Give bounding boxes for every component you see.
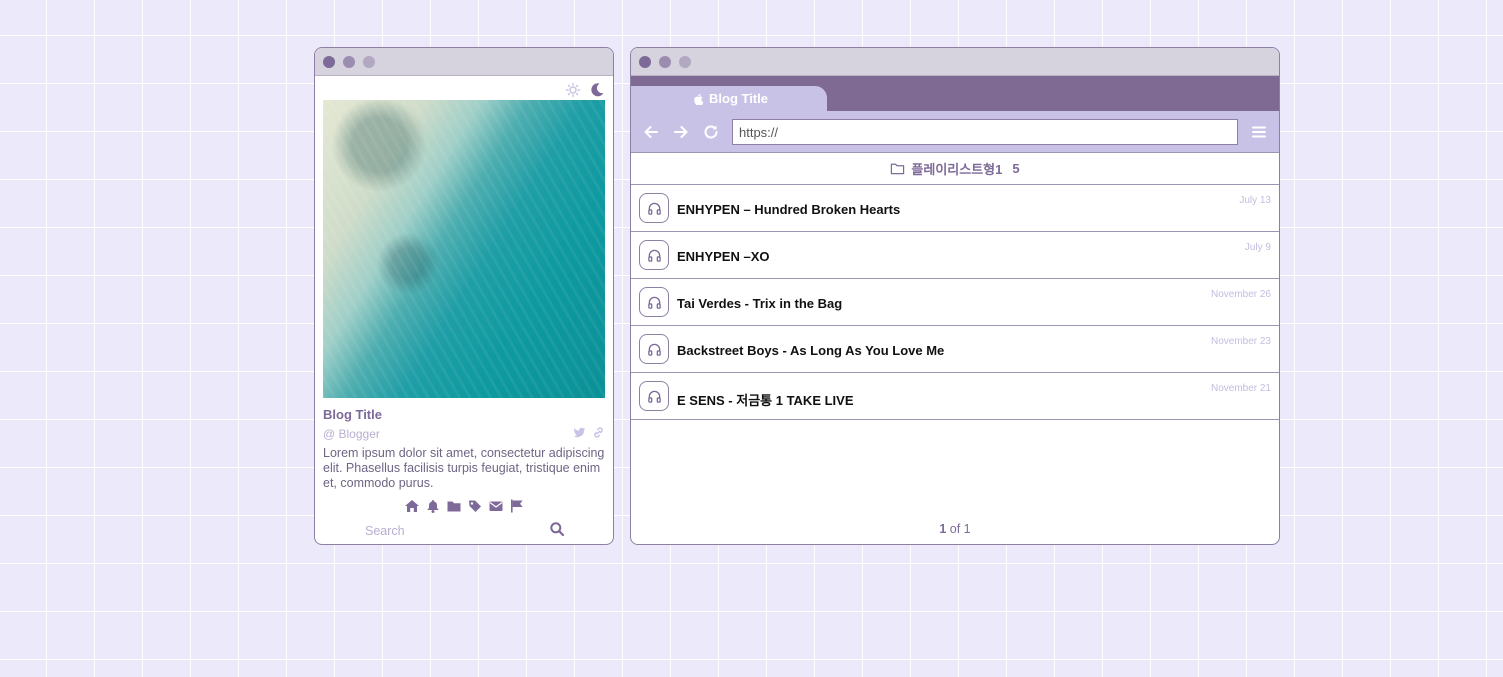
bell-icon[interactable] (425, 498, 441, 514)
item-date: November 21 (1210, 383, 1271, 394)
url-input[interactable] (732, 119, 1238, 145)
playlist-item[interactable]: ENHYPEN –XO July 9 (631, 232, 1279, 279)
moon-icon[interactable] (589, 82, 605, 98)
item-title[interactable]: Tai Verdes - Trix in the Bag (677, 296, 842, 311)
blogger-name: @ Blogger (323, 427, 380, 441)
pagination: 1 of 1 (631, 522, 1279, 536)
browser-window: Blog Title 플레이리스트형1 5 ENHYPEN – Hundred … (630, 47, 1280, 545)
item-title[interactable]: E SENS - 저금통 1 TAKE LIVE (677, 390, 854, 409)
profile-titlebar (315, 48, 613, 76)
page-suffix: of 1 (949, 522, 971, 536)
profile-window: Blog Title @ Blogger Lorem ipsum dolor s… (314, 47, 614, 545)
item-date: July 13 (1239, 195, 1271, 206)
playlist-item[interactable]: E SENS - 저금통 1 TAKE LIVE November 21 (631, 373, 1279, 420)
tab-label: Blog Title (709, 91, 768, 106)
item-date: July 9 (1244, 242, 1271, 253)
blog-nav-icons (315, 498, 613, 514)
browser-titlebar (631, 48, 1279, 76)
tag-icon[interactable] (467, 498, 483, 514)
home-icon[interactable] (404, 498, 420, 514)
sun-icon[interactable] (565, 82, 581, 98)
back-arrow-icon[interactable] (642, 123, 660, 141)
playlist-item[interactable]: Backstreet Boys - As Long As You Love Me… (631, 326, 1279, 373)
playlist-item[interactable]: ENHYPEN – Hundred Broken Hearts July 13 (631, 185, 1279, 232)
refresh-icon[interactable] (702, 123, 720, 141)
link-icon[interactable] (592, 426, 605, 439)
forward-arrow-icon[interactable] (672, 123, 690, 141)
playlist-item[interactable]: Tai Verdes - Trix in the Bag November 26 (631, 279, 1279, 326)
item-date: November 23 (1210, 336, 1271, 347)
hamburger-menu-icon[interactable] (1251, 124, 1267, 140)
folder-count: 5 (1012, 161, 1020, 176)
item-title[interactable]: ENHYPEN – Hundred Broken Hearts (677, 202, 900, 217)
item-title[interactable]: Backstreet Boys - As Long As You Love Me (677, 343, 944, 358)
folder-icon[interactable] (446, 498, 462, 514)
folder-name[interactable]: 플레이리스트형1 (911, 159, 1002, 178)
close-dot[interactable] (323, 56, 335, 68)
maximize-dot[interactable] (363, 56, 375, 68)
item-title[interactable]: ENHYPEN –XO (677, 249, 769, 264)
folder-outline-icon (890, 161, 905, 176)
tab-strip: Blog Title (631, 76, 1279, 111)
cover-photo (323, 100, 605, 398)
headphones-icon[interactable] (639, 287, 669, 317)
blog-title[interactable]: Blog Title (323, 407, 382, 422)
page-current: 1 (939, 522, 947, 536)
maximize-dot[interactable] (679, 56, 691, 68)
apple-icon (693, 93, 705, 105)
twitter-icon[interactable] (573, 426, 586, 439)
minimize-dot[interactable] (343, 56, 355, 68)
tab-blog[interactable]: Blog Title (631, 86, 827, 111)
theme-toggle (565, 82, 605, 98)
flag-icon[interactable] (509, 498, 525, 514)
headphones-icon[interactable] (639, 193, 669, 223)
folder-header: 플레이리스트형1 5 (631, 153, 1279, 185)
playlist: ENHYPEN – Hundred Broken Hearts July 13 EN… (631, 185, 1279, 420)
item-date: November 26 (1210, 289, 1271, 300)
mail-icon[interactable] (488, 498, 504, 514)
browser-navbar (631, 111, 1279, 153)
social-links (573, 426, 605, 439)
search-icon[interactable] (549, 521, 565, 537)
headphones-icon[interactable] (639, 381, 669, 411)
headphones-icon[interactable] (639, 334, 669, 364)
blog-description: Lorem ipsum dolor sit amet, consectetur … (323, 446, 605, 490)
close-dot[interactable] (639, 56, 651, 68)
headphones-icon[interactable] (639, 240, 669, 270)
search-input[interactable] (365, 522, 545, 540)
minimize-dot[interactable] (659, 56, 671, 68)
